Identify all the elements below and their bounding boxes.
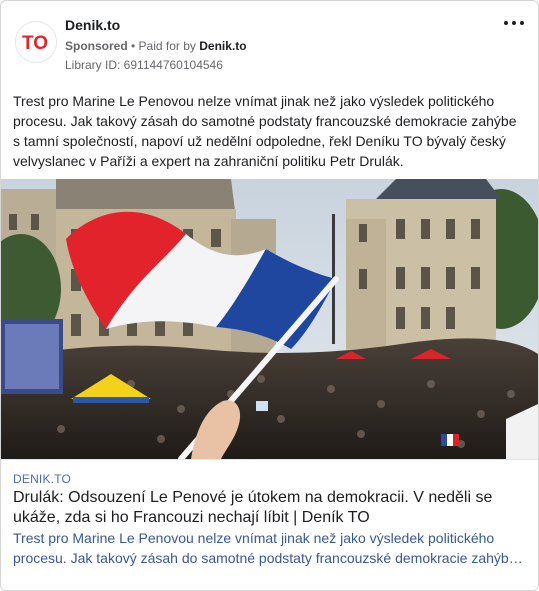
link-description-line-1: Trest pro Marine Le Penovou nelze vnímat…	[13, 530, 495, 546]
ad-card: TO Denik.to Sponsored • Paid for by Deni…	[0, 0, 539, 591]
ad-image[interactable]	[1, 179, 538, 459]
link-description-line-2: procesu. Jak takový zásah do samotné pod…	[13, 550, 523, 566]
more-options-icon[interactable]	[502, 15, 526, 31]
link-description: Trest pro Marine Le Penovou nelze vnímat…	[13, 528, 525, 568]
library-id: Library ID: 691144760104546	[65, 58, 223, 72]
link-domain: DENIK.TO	[13, 472, 72, 486]
paid-for-by-label: • Paid for by	[131, 39, 196, 53]
denik-logo-icon: TO	[16, 22, 56, 62]
sponsored-line: Sponsored • Paid for by Denik.to	[65, 39, 247, 53]
avatar[interactable]: TO	[15, 21, 57, 63]
ad-body-text: Trest pro Marine Le Penovou nelze vnímat…	[13, 93, 517, 169]
ad-header: TO Denik.to Sponsored • Paid for by Deni…	[13, 17, 526, 73]
sponsored-label: Sponsored	[65, 39, 128, 53]
link-preview[interactable]: DENIK.TO Drulák: Odsouzení Le Penové je …	[1, 459, 538, 590]
protest-photo	[1, 179, 538, 459]
logo-text: TO	[22, 33, 48, 54]
payer-name[interactable]: Denik.to	[199, 39, 246, 53]
ad-meta: Denik.to Sponsored • Paid for by Denik.t…	[65, 17, 247, 72]
page-name[interactable]: Denik.to	[65, 17, 247, 33]
link-headline[interactable]: Drulák: Odsouzení Le Penové je útokem na…	[13, 488, 525, 528]
